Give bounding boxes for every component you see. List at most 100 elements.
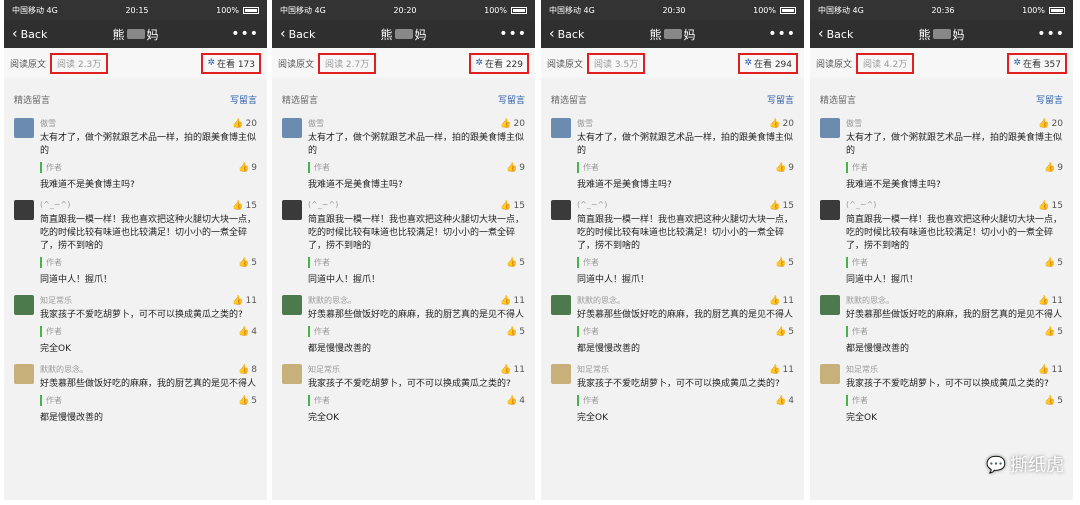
author-label: 作者 [46,163,62,172]
author-like-button[interactable]: 👍 9 [1044,163,1063,173]
thumbs-up-icon: 👍 [775,162,787,173]
battery-percent: 100% [484,5,507,15]
read-left: 阅读原文 阅读 3.5万 [547,52,646,74]
avatar[interactable] [14,200,34,220]
nav-bar: ‹ Back 熊妈 ••• [272,20,535,48]
write-comment-button[interactable]: 写留言 [498,93,525,106]
like-button[interactable]: 👍 20 [232,118,257,130]
back-button[interactable]: ‹ Back [280,27,315,41]
avatar[interactable] [820,118,840,138]
read-left: 阅读原文 阅读 2.7万 [278,52,377,74]
write-comment-button[interactable]: 写留言 [1036,93,1063,106]
like-button[interactable]: 👍 15 [769,200,794,212]
avatar[interactable] [820,295,840,315]
like-button[interactable]: 👍 11 [500,364,525,376]
write-comment-button[interactable]: 写留言 [230,93,257,106]
author-like-button[interactable]: 👍 5 [1044,396,1063,406]
avatar[interactable] [14,295,34,315]
like-button[interactable]: 👍 20 [769,118,794,130]
avatar[interactable] [551,295,571,315]
author-like-button[interactable]: 👍 9 [506,163,525,173]
author-label: 作者 [852,258,868,267]
read-original-link[interactable]: 阅读原文 [547,57,583,70]
author-label: 作者 [46,258,62,267]
author-reply: 完全OK [40,341,257,354]
account-title: 熊妈 [918,26,964,43]
author-like-button[interactable]: 👍 5 [506,327,525,337]
author-like-button[interactable]: 👍 5 [775,258,794,268]
thumbs-up-icon: 👍 [232,119,244,129]
comment-item: 知足常乐 👍 11 我家孩子不爱吃胡萝卜，可不可以换成黄瓜之类的? 作者 👍 4 完全OK [541,358,804,427]
like-button[interactable]: 👍 11 [500,295,525,307]
like-button[interactable]: 👍 11 [232,295,257,307]
battery-percent: 100% [216,5,239,15]
avatar[interactable] [820,364,840,384]
comment-body: 傲雪 👍 20 太有才了，做个粥就跟艺术品一样，拍的跟美食博主似的 作者 👍 9 我难道不是美… [40,118,257,190]
author-like-button[interactable]: 👍 4 [506,396,525,406]
like-count: 15 [513,201,525,211]
comment-text: 太有才了，做个粥就跟艺术品一样，拍的跟美食博主似的 [577,133,794,156]
like-button[interactable]: 👍 20 [1038,118,1063,130]
author-label: 作者 [852,396,868,405]
read-original-link[interactable]: 阅读原文 [278,57,314,70]
author-like-button[interactable]: 👍 5 [238,396,257,406]
back-label: Back [288,27,316,41]
avatar[interactable] [14,364,34,384]
back-button[interactable]: ‹ Back [818,27,853,41]
author-like-button[interactable]: 👍 5 [1044,327,1063,337]
avatar[interactable] [282,364,302,384]
like-button[interactable]: 👍 15 [500,200,525,212]
author-like-button[interactable]: 👍 4 [238,327,257,337]
comment-item: 知足常乐 👍 11 我家孩子不爱吃胡萝卜，可不可以换成黄瓜之类的? 作者 👍 5 完全OK [810,358,1073,427]
like-button[interactable]: 👍 15 [232,200,257,212]
avatar[interactable] [282,295,302,315]
like-button[interactable]: 👍 11 [1038,364,1063,376]
title-end: 妈 [414,27,427,42]
more-button[interactable]: ••• [499,26,527,42]
zaikan-button[interactable]: ✲ 在看 229 [469,52,529,74]
avatar[interactable] [551,200,571,220]
read-original-link[interactable]: 阅读原文 [10,57,46,70]
read-original-link[interactable]: 阅读原文 [816,57,852,70]
author-like-button[interactable]: 👍 5 [775,327,794,337]
avatar[interactable] [551,364,571,384]
like-button[interactable]: 👍 11 [1038,295,1063,307]
read-count: 阅读 4.2万 [856,52,915,74]
comments-header: 精选留言 写留言 [541,78,804,112]
carrier: 中国移动 [280,5,312,15]
avatar[interactable] [820,200,840,220]
zaikan-button[interactable]: ✲ 在看 294 [738,52,798,74]
author-like-button[interactable]: 👍 9 [775,163,794,173]
like-button[interactable]: 👍 15 [1038,200,1063,212]
zaikan-button[interactable]: ✲ 在看 357 [1007,52,1067,74]
title-end: 妈 [952,27,965,42]
like-button[interactable]: 👍 20 [500,118,525,130]
avatar[interactable] [551,118,571,138]
more-button[interactable]: ••• [768,26,796,42]
comment-meta: 知足常乐 👍 11 [308,364,525,376]
author-like-button[interactable]: 👍 9 [238,163,257,173]
author-reply: 完全OK [577,410,794,423]
author-like-button[interactable]: 👍 5 [238,258,257,268]
author-like-button[interactable]: 👍 5 [1044,258,1063,268]
avatar[interactable] [14,118,34,138]
author-like-button[interactable]: 👍 5 [506,258,525,268]
back-button[interactable]: ‹ Back [12,27,47,41]
author-reply: 都是慢慢改善的 [577,341,794,354]
author-like-count: 5 [251,257,257,268]
comment-text: 好羡慕那些做饭好吃的麻麻，我的厨艺真的是见不得人 [308,310,525,320]
back-button[interactable]: ‹ Back [549,27,584,41]
more-button[interactable]: ••• [1037,26,1065,42]
avatar[interactable] [282,118,302,138]
more-button[interactable]: ••• [231,26,259,42]
sparkle-icon: ✲ [475,58,483,68]
thumbs-up-icon: 👍 [506,326,518,337]
avatar[interactable] [282,200,302,220]
zaikan-button[interactable]: ✲ 在看 173 [201,52,261,74]
author-reply-header: 作者 👍 5 [577,257,794,268]
like-button[interactable]: 👍 11 [769,295,794,307]
like-button[interactable]: 👍 8 [238,364,257,376]
like-button[interactable]: 👍 11 [769,364,794,376]
write-comment-button[interactable]: 写留言 [767,93,794,106]
author-like-button[interactable]: 👍 4 [775,396,794,406]
